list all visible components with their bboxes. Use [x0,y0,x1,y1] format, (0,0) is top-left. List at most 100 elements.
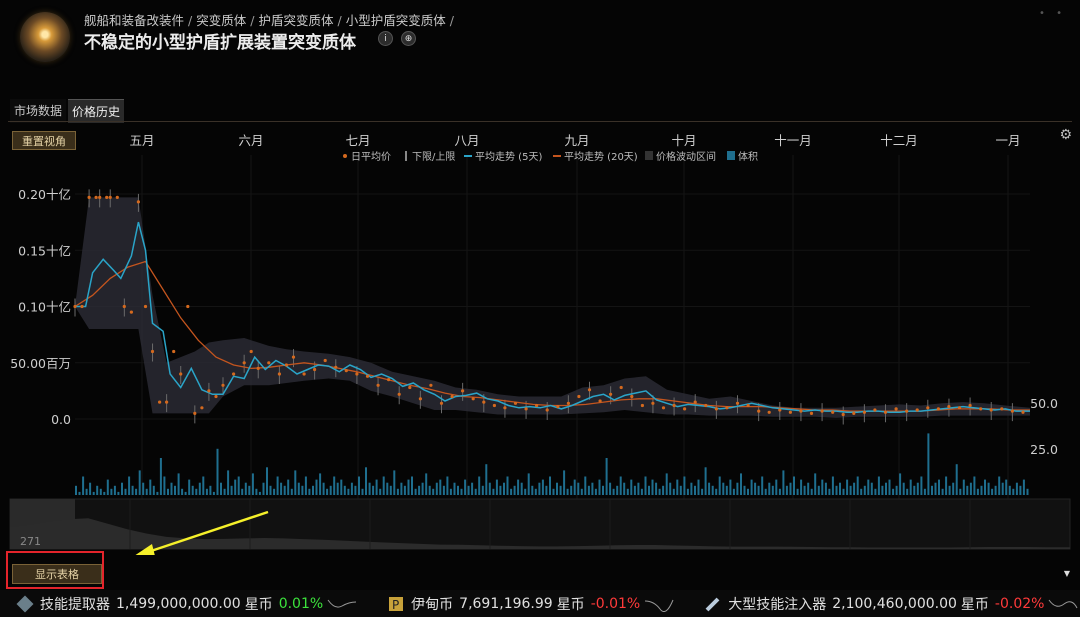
volume-bar [308,488,311,495]
ticker-item[interactable]: 技能提取器 1,499,000,000.00 星币 0.01% [0,594,357,614]
volume-bar [435,482,438,495]
volume-bar [877,476,880,495]
volume-bar [587,485,590,495]
volume-bar [251,473,254,495]
breadcrumb-item[interactable]: 突变质体 [196,13,246,28]
volume-bar [336,482,339,495]
breadcrumb-item[interactable]: 小型护盾突变质体 [346,13,446,28]
volume-bar [602,485,604,495]
volume-bar [761,476,764,495]
volume-bar [796,488,799,495]
volume-bar [655,482,658,495]
market-ticker: 技能提取器 1,499,000,000.00 星币 0.01% P 伊甸币 7,… [0,590,1080,617]
volume-bar [658,488,661,495]
volume-bar [280,482,283,495]
volume-bar [212,491,215,495]
chart-navigator: 271 [9,498,1071,555]
daily-avg-point [408,385,412,390]
daily-avg-point [302,372,306,376]
tab-price-history[interactable]: 价格历史 [68,99,125,123]
info-icon[interactable]: i [378,31,393,46]
volume-bar [870,482,873,495]
daily-avg-point [418,397,422,401]
daily-avg-point [693,400,697,404]
volume-bar [301,485,304,495]
volume-bar [566,488,569,495]
breadcrumb-separator: / [449,13,454,28]
volume-bar [488,482,491,495]
breadcrumb-item[interactable]: 护盾突变质体 [258,13,333,28]
daily-avg-point [334,365,338,369]
target-icon[interactable]: ⊕ [401,31,416,46]
volume-bar [927,433,930,495]
volume-bar [952,482,955,495]
show-table-button[interactable]: 显示表格 [12,564,102,584]
volume-bar [354,485,357,495]
daily-avg-point [598,399,602,403]
volume-bar [789,482,792,495]
volume-bar [750,479,753,495]
daily-avg-point [207,389,211,393]
volume-bar [633,485,636,495]
volume-bar [453,482,456,495]
ticker-value: 1,499,000,000.00 [116,595,241,612]
volume-bar [1022,479,1025,495]
breadcrumb-item[interactable]: 舰船和装备改装件 [84,13,184,28]
volume-bar [276,476,279,495]
volume-bar [442,485,445,495]
volume-bar [920,476,923,495]
window-controls-icon[interactable]: • • [1039,8,1066,19]
legend-swatch [553,155,561,157]
daily-avg-point [136,200,140,204]
daily-avg-point [545,408,549,412]
daily-avg-point [158,400,162,404]
volume-bar [209,485,212,495]
volume-bar [552,488,555,495]
ticker-item[interactable]: 大型技能注入器 2,100,460,000.00 星币 -0.02% [688,594,1078,614]
daily-avg-point [492,403,496,408]
tab-market-data[interactable]: 市场数据 [10,99,67,123]
volume-bar [563,470,566,495]
chart-legend: 日平均价 下限/上限 平均走势 (5天) 平均走势 (20天) 价格波动区间 体积 [343,150,758,163]
volume-bar [778,488,781,495]
legend-label: 下限/上限 [412,151,455,163]
volume-bar [510,488,513,495]
daily-avg-point [179,372,183,376]
volume-bar [570,485,573,495]
volume-bar [923,488,926,495]
volume-bar [216,448,219,495]
volume-bar [959,488,962,495]
daily-avg-point [267,361,271,365]
volume-bar [683,476,686,495]
daily-avg-point [461,389,465,393]
volume-bar [793,476,795,495]
plex-icon: P [387,595,405,613]
item-icon [20,12,70,62]
daily-avg-point [936,407,941,411]
daily-avg-point [957,406,962,410]
volume-bar [411,476,413,495]
daily-avg-point [640,403,645,408]
volume-bar [121,482,123,495]
volume-bar [432,488,435,495]
volume-bar [89,482,92,495]
breadcrumb: 舰船和装备改装件 / 突变质体 / 护盾突变质体 / 小型护盾突变质体 / [84,10,458,29]
volume-bar [909,479,912,495]
volume-bar [205,488,208,495]
svg-text:P: P [392,598,399,612]
daily-avg-point [439,401,444,405]
ticker-item[interactable]: P 伊甸币 7,691,196.99 星币 -0.01% [371,594,674,614]
volume-bar [754,482,757,495]
daily-avg-point [683,407,687,411]
daily-avg-point [122,304,126,309]
price-history-chart[interactable]: 日平均价 下限/上限 平均走势 (5天) 平均走势 (20天) 价格波动区间 体积 五月 六… [0,125,1080,555]
month-tick-label: 九月 [564,133,589,148]
daily-avg-point [619,385,623,390]
daily-avg-point [915,408,919,412]
dropdown-arrow-icon[interactable]: ▼ [1064,569,1070,578]
daily-avg-point [661,406,666,410]
volume-bar [106,479,109,495]
volume-bar [474,488,477,495]
volume-bar [156,491,159,495]
volume-bar [375,479,378,495]
